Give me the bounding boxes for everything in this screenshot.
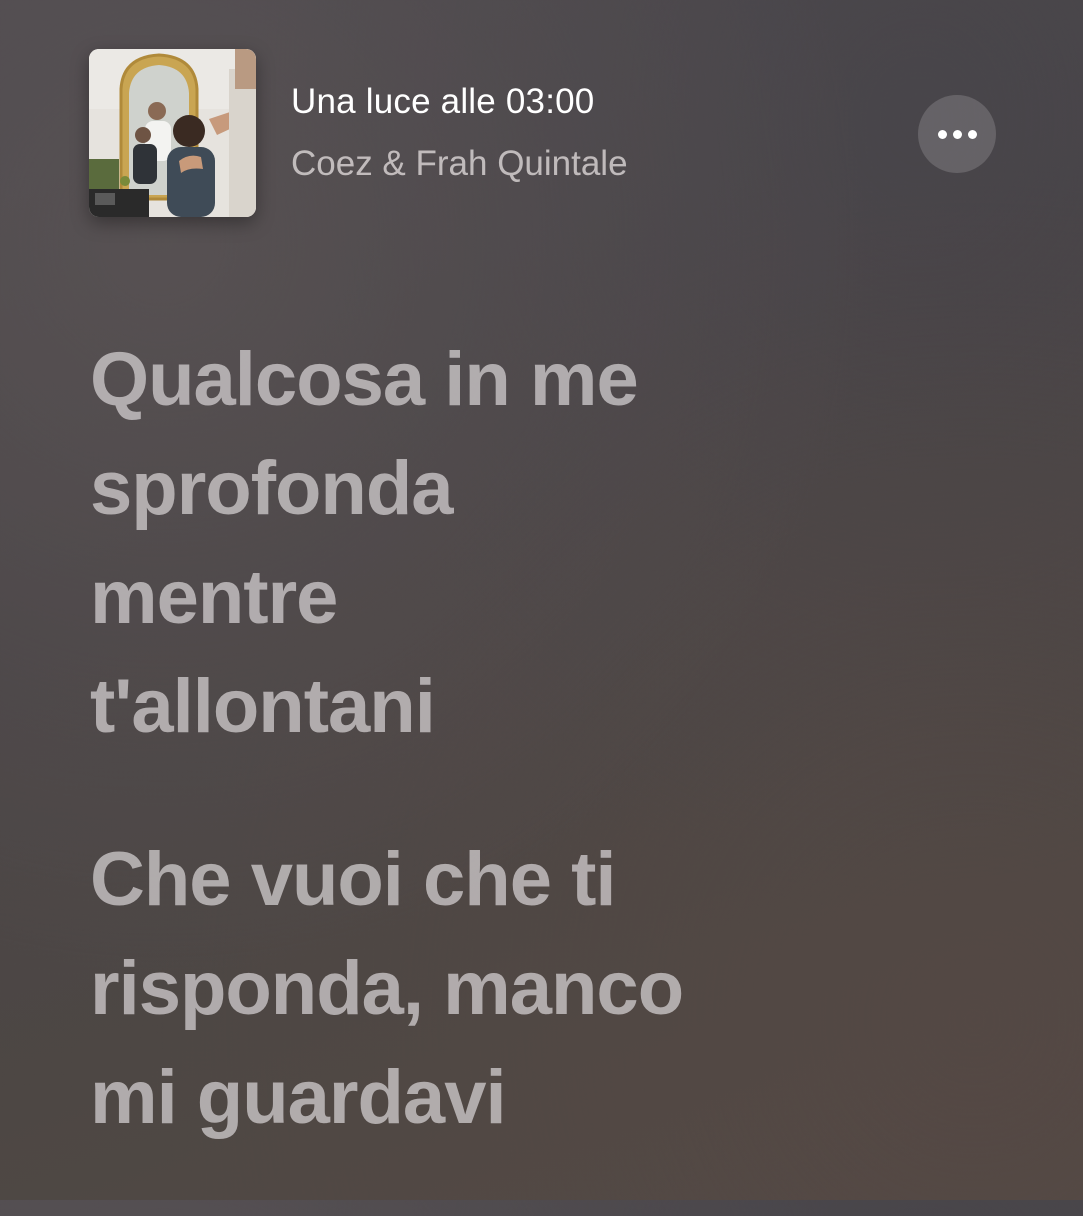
album-artwork-image bbox=[89, 49, 256, 217]
lyric-stanza[interactable]: Che vuoi che ti risponda, manco mi guard… bbox=[90, 825, 950, 1152]
more-options-button[interactable] bbox=[918, 95, 996, 173]
lyric-line[interactable]: Qualcosa in me bbox=[90, 325, 950, 434]
lyric-line[interactable]: Che vuoi che ti bbox=[90, 825, 950, 934]
lyric-line[interactable]: mentre bbox=[90, 543, 950, 652]
lyric-line[interactable]: risponda, manco bbox=[90, 934, 950, 1043]
lyric-line[interactable]: t'allontani bbox=[90, 652, 950, 761]
now-playing-header: Una luce alle 03:00 Coez & Frah Quintale bbox=[89, 49, 999, 219]
lyric-line[interactable]: sprofonda bbox=[90, 434, 950, 543]
track-info: Una luce alle 03:00 Coez & Frah Quintale bbox=[291, 79, 628, 187]
lyric-stanza[interactable]: Qualcosa in me sprofonda mentre t'allont… bbox=[90, 325, 950, 761]
lyrics-view[interactable]: Qualcosa in me sprofonda mentre t'allont… bbox=[90, 325, 950, 1216]
ellipsis-icon bbox=[935, 129, 980, 139]
album-artwork[interactable] bbox=[89, 49, 256, 217]
lyric-line[interactable]: mi guardavi bbox=[90, 1043, 950, 1152]
track-artist[interactable]: Coez & Frah Quintale bbox=[291, 141, 628, 187]
track-title[interactable]: Una luce alle 03:00 bbox=[291, 79, 628, 125]
